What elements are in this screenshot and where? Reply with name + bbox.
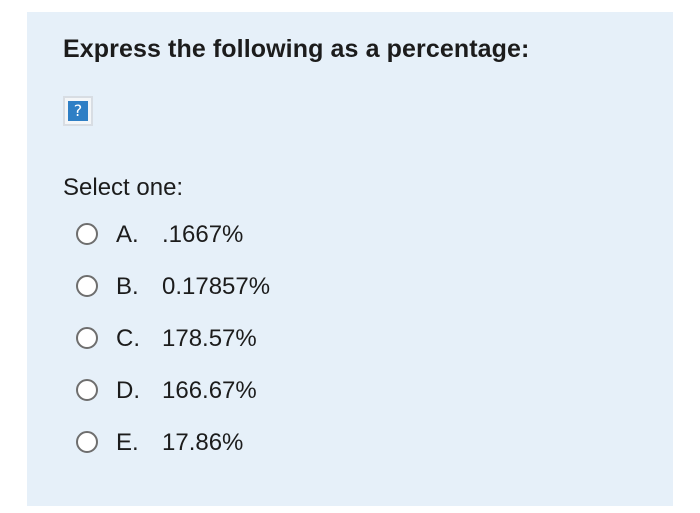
option-value: 166.67% — [162, 377, 257, 404]
answer-options: A. .1667% B. 0.17857% C. 178.57% D. 166.… — [75, 218, 635, 478]
missing-image-placeholder: ? — [63, 96, 93, 126]
radio-button-b[interactable] — [76, 275, 98, 297]
radio-button-e[interactable] — [76, 431, 98, 453]
option-b[interactable]: B. 0.17857% — [75, 270, 635, 322]
option-value: 17.86% — [162, 429, 244, 456]
option-e[interactable]: E. 17.86% — [75, 426, 635, 478]
radio-button-a[interactable] — [76, 223, 98, 245]
option-letter: D. — [116, 377, 140, 404]
select-one-label: Select one: — [63, 174, 184, 201]
option-c[interactable]: C. 178.57% — [75, 322, 635, 374]
question-prompt: Express the following as a percentage: — [63, 35, 530, 63]
option-a[interactable]: A. .1667% — [75, 218, 635, 270]
option-value: .1667% — [162, 221, 244, 248]
option-d[interactable]: D. 166.67% — [75, 374, 635, 426]
option-letter: B. — [116, 273, 139, 300]
radio-button-c[interactable] — [76, 327, 98, 349]
option-letter: C. — [116, 325, 140, 352]
option-letter: E. — [116, 429, 139, 456]
question-mark-icon: ? — [68, 101, 88, 121]
option-value: 178.57% — [162, 325, 257, 352]
radio-button-d[interactable] — [76, 379, 98, 401]
option-letter: A. — [116, 221, 139, 248]
option-value: 0.17857% — [162, 273, 271, 300]
question-card: Express the following as a percentage: ?… — [27, 12, 673, 506]
